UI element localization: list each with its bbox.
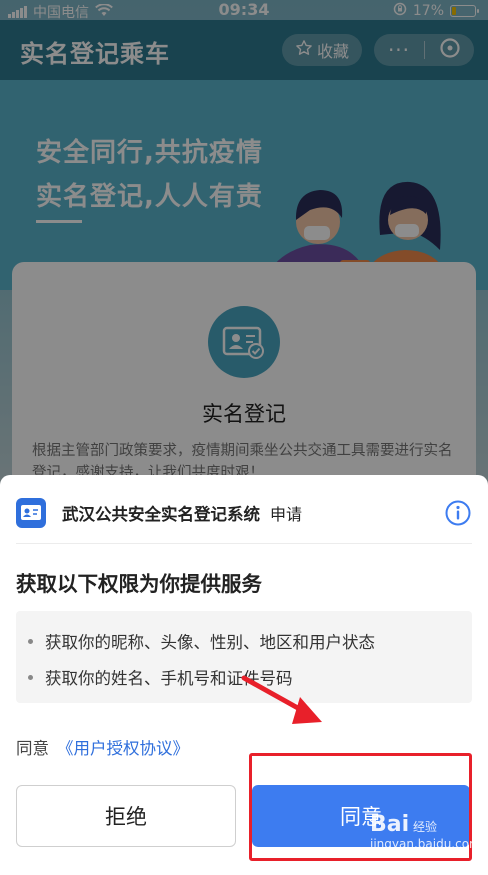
watermark-logo: Bai bbox=[370, 812, 410, 837]
watermark-url: jingyan.baidu.com bbox=[370, 837, 481, 851]
watermark-tag: 经验 bbox=[412, 820, 437, 834]
annotation-arrow-icon bbox=[241, 675, 322, 724]
baidu-watermark: Bai 经验 jingyan.baidu.com bbox=[370, 812, 481, 851]
page: 中国电信 09:34 17% 实名登记乘车 收藏 ··· 安全同行,共抗疫情 实… bbox=[0, 0, 488, 875]
